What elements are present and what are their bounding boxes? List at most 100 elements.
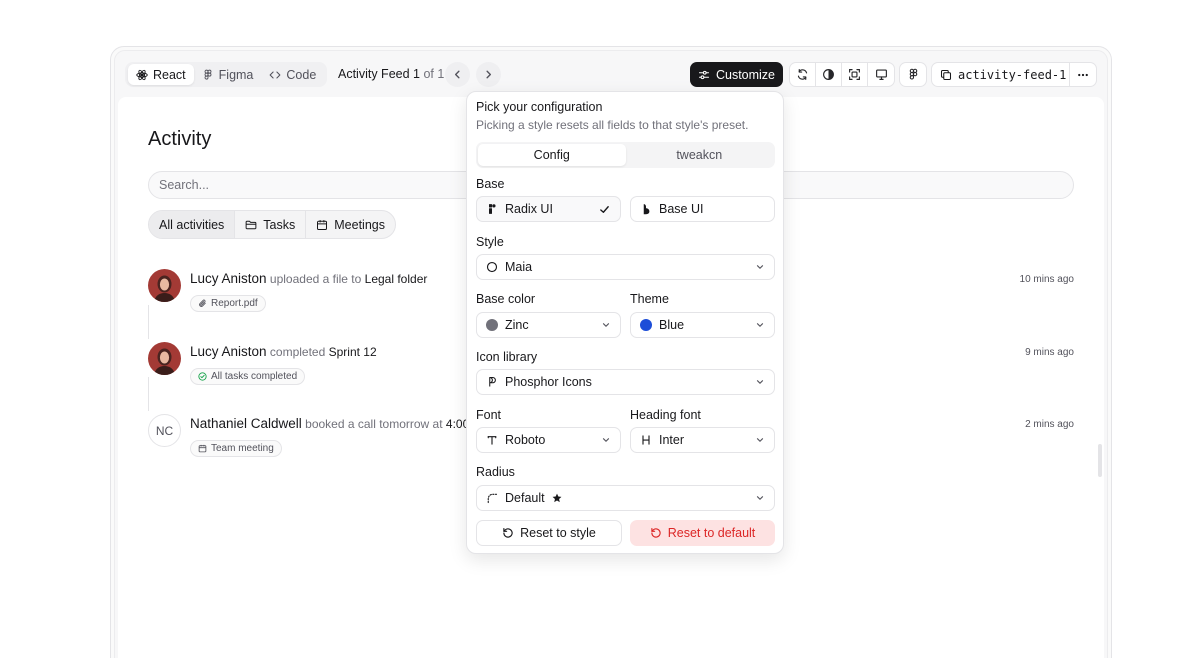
popover-tabs: Config tweakcn [476,142,775,168]
activity-time: 9 mins ago [1025,347,1074,358]
activity-action: booked a call tomorrow at [305,417,443,431]
theme-select[interactable]: Blue [630,312,775,338]
activity-filters: All activities Tasks Meetings [148,210,396,239]
avatar [148,269,181,302]
activity-target[interactable]: Sprint 12 [329,345,377,359]
feed-count: of 1 [423,67,445,81]
react-icon [136,69,148,80]
next-button[interactable] [476,62,501,87]
feed-title: Activity Feed 1 of 1 [338,67,444,81]
copy-icon [940,69,952,80]
feed-index: 1 [413,67,420,81]
tab-figma-label: Figma [218,67,254,82]
rotate-ccw-icon [503,527,513,538]
refresh-button[interactable] [790,63,816,86]
popover-description: Picking a style resets all fields to tha… [476,118,749,132]
fullscreen-button[interactable] [842,63,868,86]
radius-value: Default [505,491,545,505]
meeting-chip[interactable]: Team meeting [190,440,282,457]
copy-file-button[interactable]: activity-feed-1 [932,63,1070,86]
previous-button[interactable] [445,62,470,87]
tab-react[interactable]: React [128,64,194,85]
calendar-icon [198,444,207,453]
base-option-base-ui[interactable]: Base UI [630,196,775,222]
file-name: activity-feed-1 [958,67,1067,82]
font-select[interactable]: Roboto [476,427,621,453]
chevron-down-icon [756,380,764,384]
customize-button[interactable]: Customize [690,62,783,87]
avatar-photo [148,342,181,375]
reset-to-default-button[interactable]: Reset to default [630,520,775,546]
chevron-down-icon [756,496,764,500]
font-value: Roboto [505,433,546,447]
chip-label: Report.pdf [211,298,258,309]
calendar-icon [317,219,328,230]
tab-figma[interactable]: Figma [194,64,262,85]
chip-label: Team meeting [211,443,274,454]
tab-tweakcn[interactable]: tweakcn [626,144,774,166]
style-label: Style [476,235,504,249]
attachment-chip[interactable]: Report.pdf [190,295,266,312]
blue-swatch [640,319,652,331]
feed-name: Activity Feed [338,67,410,81]
filter-meetings[interactable]: Meetings [306,211,395,238]
base-option-label: Base UI [659,202,704,216]
more-button[interactable] [1070,63,1096,86]
activity-target[interactable]: Legal folder [365,272,428,286]
base-ui-icon [643,204,650,215]
reset-to-style-button[interactable]: Reset to style [476,520,622,546]
base-option-radix[interactable]: Radix UI [476,196,621,222]
desktop-view-button[interactable] [868,63,894,86]
status-chip: All tasks completed [190,368,306,385]
icon-library-select[interactable]: Phosphor Icons [476,369,775,395]
heading-icon [642,435,650,445]
base-color-select[interactable]: Zinc [476,312,621,338]
activity-action: completed [269,345,326,359]
reset-default-label: Reset to default [667,526,756,540]
radius-corner-icon [487,493,498,504]
figma-link-group [899,62,927,87]
heading-font-select[interactable]: Inter [630,427,775,453]
user-name[interactable]: Nathaniel Caldwell [190,416,302,431]
phosphor-icon [489,376,496,387]
sliders-icon [698,70,709,79]
activity-text: Lucy Aniston uploaded a file to Legal fo… [190,271,427,286]
theme-toggle-button[interactable] [816,63,842,86]
scrollbar-thumb[interactable] [1098,444,1102,477]
tab-react-label: React [153,67,186,82]
check-circle-icon [198,372,207,381]
style-select[interactable]: Maia [476,254,775,280]
more-horizontal-icon [1078,73,1088,76]
chevron-down-icon [756,323,764,327]
chevron-down-icon [756,438,764,442]
heading-font-label: Heading font [630,408,701,422]
paperclip-icon [199,299,206,307]
refresh-icon [797,69,808,80]
avatar [148,342,181,375]
user-name[interactable]: Lucy Aniston [190,344,267,359]
filter-all-activities[interactable]: All activities [149,211,236,238]
file-actions: activity-feed-1 [931,62,1097,87]
base-option-label: Radix UI [505,202,553,216]
chevron-down-icon [756,265,764,269]
filter-tasks[interactable]: Tasks [235,211,307,238]
page-title: Activity [148,128,212,150]
rotate-ccw-icon [651,527,661,538]
tab-config[interactable]: Config [478,144,626,166]
view-switcher: React Figma Code [125,62,328,87]
check-icon [600,206,609,213]
base-color-label: Base color [476,292,536,306]
theme-value: Blue [659,318,685,332]
user-name[interactable]: Lucy Aniston [190,271,267,286]
chevron-down-icon [602,323,610,327]
open-in-figma-button[interactable] [900,63,926,86]
contrast-icon [823,69,834,80]
figma-icon [909,68,917,80]
filter-tasks-label: Tasks [263,217,296,232]
tab-code[interactable]: Code [261,64,324,85]
heading-font-value: Inter [659,433,685,447]
activity-time: 10 mins ago [1019,274,1074,285]
radius-select[interactable]: Default [476,485,775,511]
preview-controls [789,62,895,87]
filter-all-label: All activities [159,217,225,232]
